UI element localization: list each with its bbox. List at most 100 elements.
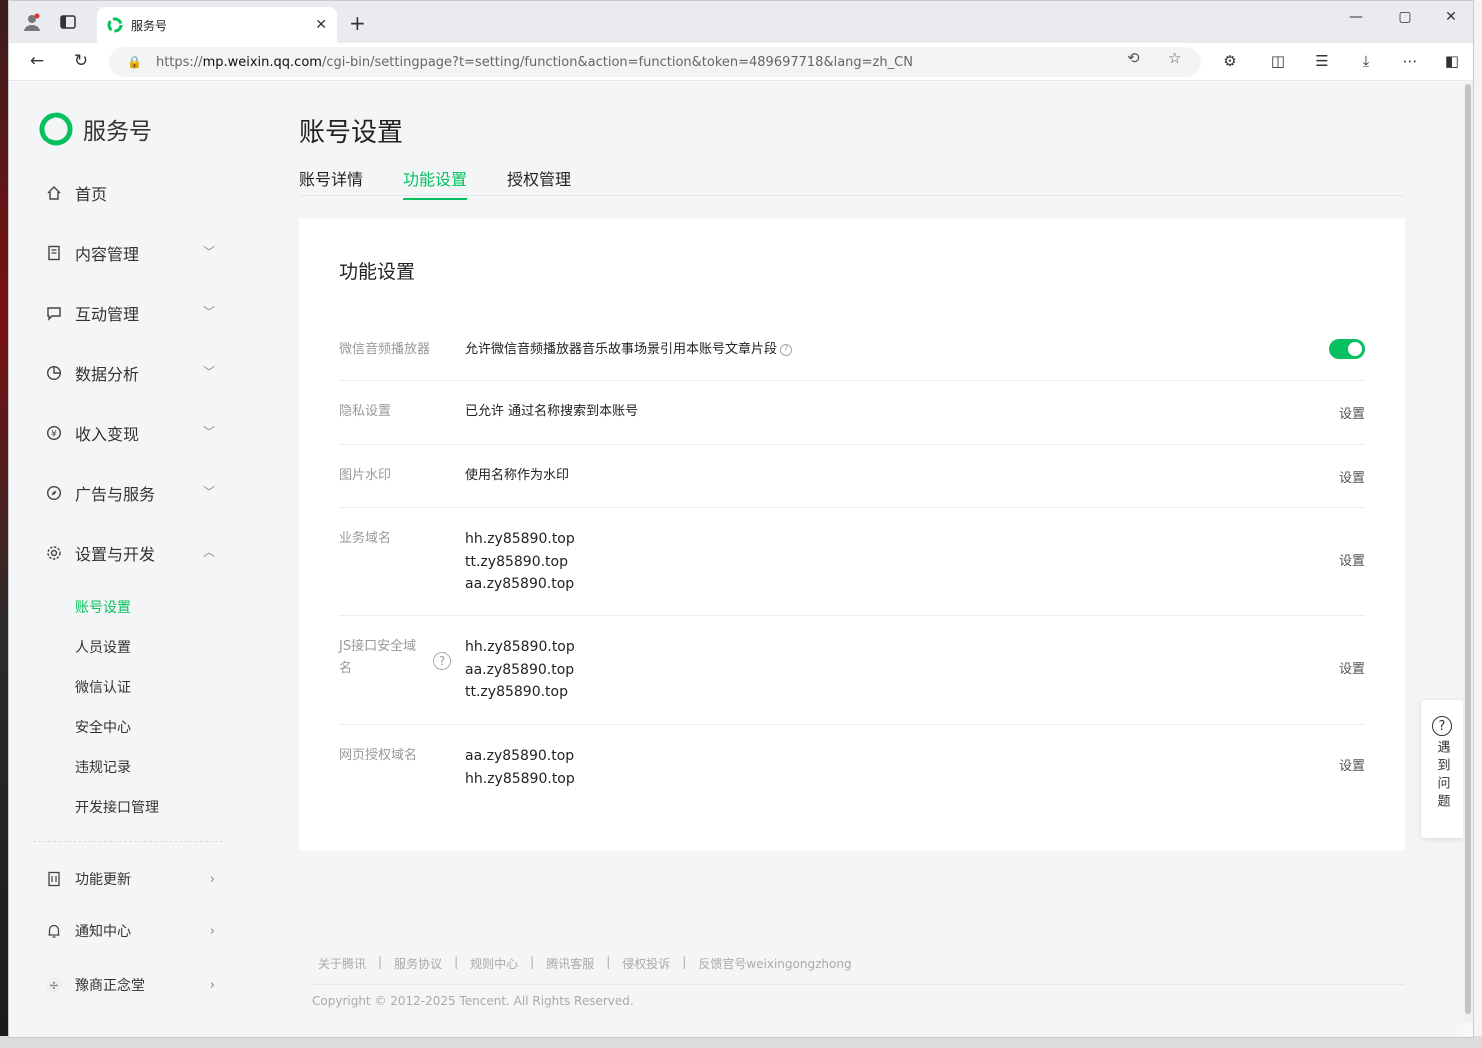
help-widget-label: 遇到问题 xyxy=(1434,740,1450,812)
compass-icon xyxy=(45,484,63,502)
translate-icon[interactable]: ⟲ xyxy=(1127,49,1140,67)
oauth-domain-settings-link[interactable]: 设置 xyxy=(1339,755,1365,774)
domain-entry: aa.zy85890.top xyxy=(465,661,575,678)
privacy-settings-link[interactable]: 设置 xyxy=(1339,403,1365,422)
sidebar-item-label: 收入变现 xyxy=(75,425,140,444)
browser-tab[interactable]: 服务号 ✕ xyxy=(97,7,337,43)
sidebar-item-analytics[interactable]: 数据分析 ﹀ xyxy=(45,361,215,385)
sidebar-item-monetization[interactable]: ¥ 收入变现 ﹀ xyxy=(45,421,215,445)
lock-icon: 🔒 xyxy=(127,55,142,69)
maximize-icon[interactable]: ▢ xyxy=(1390,9,1420,25)
footer-link[interactable]: 关于腾讯 xyxy=(318,955,366,972)
setting-value: aa.zy85890.top hh.zy85890.top xyxy=(465,745,575,790)
footer-link[interactable]: 腾讯客服 xyxy=(546,955,594,972)
more-icon[interactable]: ⋯ xyxy=(1399,52,1421,70)
yuan-icon: ¥ xyxy=(45,424,63,442)
back-icon[interactable]: ← xyxy=(25,51,49,71)
js-domain-settings-link[interactable]: 设置 xyxy=(1339,658,1365,677)
sidebar-item-updates[interactable]: 功能更新 › xyxy=(45,867,215,891)
sidebar-item-home[interactable]: 首页 xyxy=(45,181,215,205)
setting-value: 已允许 通过名称搜索到本账号 xyxy=(465,404,639,419)
footer-link[interactable]: 规则中心 xyxy=(470,955,518,972)
watermark-settings-link[interactable]: 设置 xyxy=(1339,467,1365,486)
tab-authorization[interactable]: 授权管理 xyxy=(507,166,571,198)
profile-icon[interactable] xyxy=(21,11,43,33)
sidebar-item-settings[interactable]: 设置与开发 ︿ xyxy=(45,541,215,565)
footer-links: 关于腾讯 | 服务协议 | 规则中心 | 腾讯客服 | 侵权投诉 | 反馈官号w… xyxy=(318,955,852,972)
gear-icon xyxy=(45,544,63,562)
settings-card: 功能设置 微信音频播放器 允许微信音频播放器音乐故事场景引用本账号文章片段? 隐… xyxy=(299,219,1405,851)
setting-row-oauth-domain: 网页授权域名 aa.zy85890.top hh.zy85890.top 设置 xyxy=(339,725,1365,815)
sidebar-item-account-profile[interactable]: ✢ 豫商正念堂 › xyxy=(45,973,215,997)
chat-icon xyxy=(45,304,63,322)
setting-row-watermark: 图片水印 使用名称作为水印 设置 xyxy=(339,445,1365,508)
setting-value: hh.zy85890.top aa.zy85890.top tt.zy85890… xyxy=(465,636,575,704)
favorites-icon[interactable]: ☰ xyxy=(1311,52,1333,70)
sidebar-item-label: 广告与服务 xyxy=(75,485,156,504)
setting-label: 网页授权域名 xyxy=(339,748,418,763)
sidebar-subitem-dev-api[interactable]: 开发接口管理 xyxy=(75,797,159,817)
settings-tabs: 账号详情 功能设置 授权管理 xyxy=(299,166,1405,200)
sidebar-item-ads[interactable]: 广告与服务 ﹀ xyxy=(45,481,215,505)
footer-link[interactable]: 侵权投诉 xyxy=(622,955,670,972)
scrollbar-thumb[interactable] xyxy=(1465,84,1471,1014)
sidebar-item-content[interactable]: 内容管理 ﹀ xyxy=(45,241,215,265)
sidebar-subitem-violations[interactable]: 违规记录 xyxy=(75,757,131,777)
business-domain-settings-link[interactable]: 设置 xyxy=(1339,550,1365,569)
setting-label: 业务域名 xyxy=(339,531,392,546)
avatar-icon: ✢ xyxy=(45,976,63,994)
setting-value: 允许微信音频播放器音乐故事场景引用本账号文章片段? xyxy=(465,339,793,362)
document-icon xyxy=(45,244,63,262)
pie-chart-icon xyxy=(45,364,63,382)
help-icon[interactable]: ? xyxy=(433,652,451,670)
sidebar-subitem-verification[interactable]: 微信认证 xyxy=(75,677,131,697)
footer-link[interactable]: 反馈官号weixingongzhong xyxy=(698,955,851,972)
close-window-icon[interactable]: ✕ xyxy=(1436,9,1466,25)
setting-row-js-domain: JS接口安全域 名 ? hh.zy85890.top aa.zy85890.to… xyxy=(339,616,1365,725)
new-tab-icon[interactable]: + xyxy=(349,11,366,35)
refresh-icon[interactable]: ↻ xyxy=(69,51,93,71)
update-icon xyxy=(45,870,63,888)
chevron-right-icon: › xyxy=(209,977,215,993)
extensions-icon[interactable]: ⚙ xyxy=(1219,52,1241,70)
close-tab-icon[interactable]: ✕ xyxy=(315,17,327,33)
page-scrollbar[interactable] xyxy=(1463,82,1473,1022)
sidebar-subitem-account-settings[interactable]: 账号设置 xyxy=(75,597,131,617)
downloads-icon[interactable]: ⤓ xyxy=(1355,52,1377,70)
setting-label: JS接口安全域 名 xyxy=(339,639,417,676)
sidebar-subitem-security[interactable]: 安全中心 xyxy=(75,717,131,737)
footer-link[interactable]: 服务协议 xyxy=(394,955,442,972)
chevron-down-icon: ﹀ xyxy=(202,305,215,319)
brand-name: 服务号 xyxy=(83,119,152,145)
setting-label: 微信音频播放器 xyxy=(339,342,431,357)
chevron-up-icon: ︿ xyxy=(202,545,215,559)
setting-row-business-domain: 业务域名 hh.zy85890.top tt.zy85890.top aa.zy… xyxy=(339,508,1365,616)
domain-entry: hh.zy85890.top xyxy=(465,531,575,547)
setting-value: 使用名称作为水印 xyxy=(465,468,570,483)
weixin-service-logo-icon xyxy=(39,112,73,146)
audio-player-toggle[interactable] xyxy=(1329,339,1365,359)
footer-divider xyxy=(313,984,1405,985)
sidebar-item-label: 功能更新 xyxy=(75,872,131,888)
url-field[interactable]: 🔒 https://mp.weixin.qq.com/cgi-bin/setti… xyxy=(109,47,1201,77)
tab-actions-icon[interactable] xyxy=(57,11,79,33)
sidebar-toggle-icon[interactable]: ◧ xyxy=(1441,52,1463,70)
tab-function-settings[interactable]: 功能设置 xyxy=(403,166,468,200)
sidebar-subitem-staff[interactable]: 人员设置 xyxy=(75,637,131,657)
chevron-down-icon: ﹀ xyxy=(202,485,215,499)
help-icon[interactable]: ? xyxy=(780,343,793,356)
help-widget[interactable]: ? 遇到问题 xyxy=(1421,700,1463,838)
tab-bar: 服务号 ✕ + — ▢ ✕ xyxy=(9,1,1473,43)
tab-account-details[interactable]: 账号详情 xyxy=(299,166,363,198)
sidebar-item-interaction[interactable]: 互动管理 ﹀ xyxy=(45,301,215,325)
minimize-icon[interactable]: — xyxy=(1341,9,1371,25)
chevron-down-icon: ﹀ xyxy=(202,245,215,259)
url-text: https://mp.weixin.qq.com/cgi-bin/setting… xyxy=(155,54,913,70)
favorite-star-icon[interactable]: ☆ xyxy=(1168,49,1181,67)
brand-logo[interactable]: 服务号 xyxy=(39,112,152,146)
split-screen-icon[interactable]: ◫ xyxy=(1267,52,1289,70)
bell-icon xyxy=(45,922,63,940)
setting-row-privacy: 隐私设置 已允许 通过名称搜索到本账号 设置 xyxy=(339,381,1365,445)
sidebar-item-notifications[interactable]: 通知中心 › xyxy=(45,919,215,943)
sidebar: 服务号 首页 内容管理 ﹀ 互动管理 ﹀ 数据分析 ﹀ ¥ 收入变现 ﹀ 广告与… xyxy=(9,82,243,1037)
